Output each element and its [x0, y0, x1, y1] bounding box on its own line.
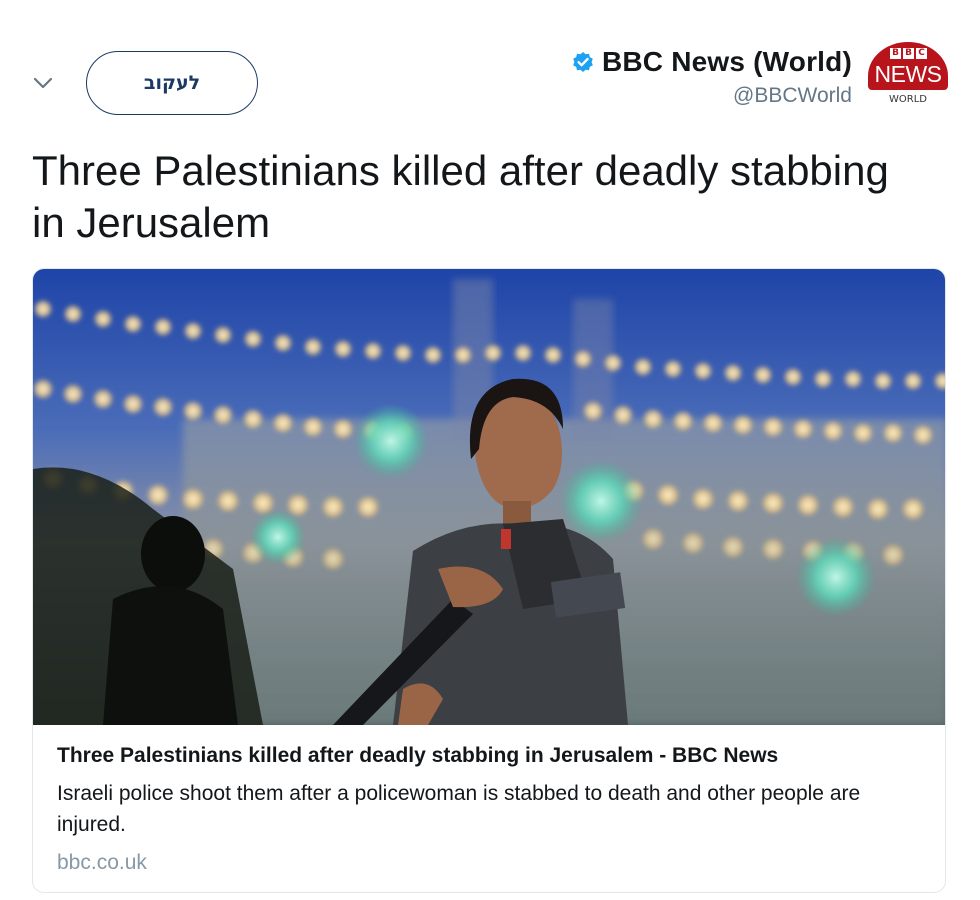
logo-world-text: WORLD [889, 94, 927, 105]
bbc-letter: B [903, 48, 914, 59]
bbc-letter: C [916, 48, 927, 59]
account-handle[interactable]: @BBCWorld [572, 84, 852, 108]
bbc-letter: B [890, 48, 901, 59]
chevron-down-icon[interactable] [30, 70, 56, 96]
verified-badge-icon [572, 51, 594, 73]
avatar[interactable]: B B C NEWS WORLD [868, 42, 948, 110]
logo-news-text: NEWS [874, 61, 943, 87]
account-name[interactable]: BBC News (World) [602, 46, 852, 78]
follow-button[interactable]: לעקוב [86, 51, 258, 115]
tweet-text: Three Palestinians killed after deadly s… [32, 147, 889, 246]
bbc-news-logo: B B C NEWS [868, 42, 948, 90]
card-title[interactable]: Three Palestinians killed after deadly s… [57, 744, 917, 768]
card-description: Israeli police shoot them after a police… [57, 782, 861, 836]
account-info[interactable]: BBC News (World) @BBCWorld [572, 44, 852, 108]
card-domain[interactable]: bbc.co.uk [57, 851, 917, 875]
link-card[interactable]: Three Palestinians killed after deadly s… [32, 268, 946, 893]
card-image[interactable] [33, 269, 946, 725]
